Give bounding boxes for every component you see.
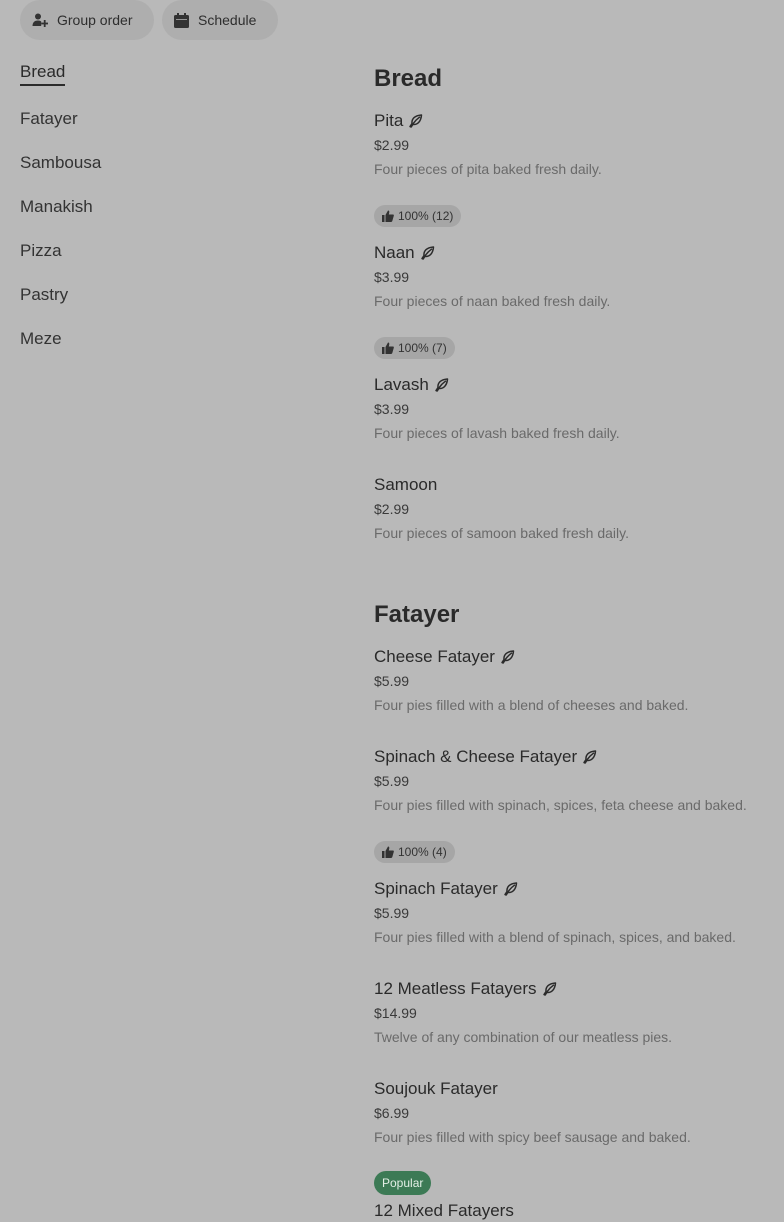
calendar-icon bbox=[174, 12, 189, 28]
add-person-icon bbox=[32, 13, 48, 27]
category-link-meze[interactable]: Meze bbox=[20, 329, 62, 349]
item-name-text: Spinach & Cheese Fatayer bbox=[374, 747, 578, 766]
item-name: 12 Mixed Fatayers bbox=[374, 1200, 774, 1222]
category-link-pastry[interactable]: Pastry bbox=[20, 285, 68, 305]
vegetarian-badge bbox=[435, 378, 449, 392]
item-name: Pita bbox=[374, 110, 774, 132]
category-link-manakish[interactable]: Manakish bbox=[20, 197, 93, 217]
item-name-text: Lavash bbox=[374, 375, 429, 394]
item-name: Spinach & Cheese Fatayer bbox=[374, 746, 774, 768]
menu-item[interactable]: 12 Meatless Fatayers $14.99 Twelve of any … bbox=[374, 978, 774, 1047]
popular-badge: Popular bbox=[374, 1171, 432, 1195]
item-name-text: Pita bbox=[374, 111, 404, 130]
vegetarian-leaf-icon bbox=[583, 750, 597, 764]
thumbs-up-icon bbox=[382, 210, 394, 222]
menu-item[interactable]: Soujouk Fatayer $6.99 Four pies filled wit… bbox=[374, 1078, 774, 1195]
item-description: Four pieces of pita baked fresh daily. bbox=[374, 161, 602, 177]
rating-text: 100% (7) bbox=[398, 341, 447, 355]
item-name-text: 12 Mixed Fatayers bbox=[374, 1201, 514, 1220]
vegetarian-badge bbox=[542, 982, 557, 996]
item-description: Four pies filled with a blend of cheeses… bbox=[374, 697, 689, 713]
item-name-text: Soujouk Fatayer bbox=[374, 1079, 498, 1098]
item-name: 12 Meatless Fatayers bbox=[374, 978, 774, 1000]
item-description: Twelve of any combination of our meatles… bbox=[374, 1029, 673, 1045]
vegetarian-leaf-icon bbox=[501, 650, 515, 664]
vegetarian-badge bbox=[409, 114, 423, 128]
vegetarian-badge bbox=[504, 882, 518, 896]
item-price: $3.99 bbox=[374, 269, 410, 285]
schedule-label: Schedule bbox=[198, 12, 257, 28]
item-description: Four pies filled with a blend of spinach… bbox=[374, 929, 736, 945]
item-description: Four pieces of lavash baked fresh daily. bbox=[374, 425, 620, 441]
vegetarian-badge bbox=[501, 650, 515, 664]
item-name-text: 12 Meatless Fatayers bbox=[374, 979, 537, 998]
menu-item[interactable]: Spinach & Cheese Fatayer $5.99 Four pies f… bbox=[374, 746, 774, 863]
vegetarian-leaf-icon bbox=[504, 882, 518, 896]
category-link-sambousa[interactable]: Sambousa bbox=[20, 153, 101, 173]
rating-badge: 100% (4) bbox=[374, 841, 455, 863]
thumbs-up-icon bbox=[382, 846, 394, 858]
item-name: Lavash bbox=[374, 374, 774, 396]
category-link-fatayer[interactable]: Fatayer bbox=[20, 109, 78, 129]
item-name-text: Samoon bbox=[374, 475, 438, 494]
menu-item[interactable]: Spinach Fatayer $5.99 Four pies filled wit… bbox=[374, 878, 774, 947]
item-description: Four pies filled with spicy beef sausage… bbox=[374, 1129, 691, 1145]
section-title-fatayer: Fatayer bbox=[374, 601, 460, 628]
item-price: $6.99 bbox=[374, 1105, 410, 1121]
item-price: $2.99 bbox=[374, 501, 410, 517]
vegetarian-badge bbox=[420, 246, 435, 260]
item-price: $5.99 bbox=[374, 773, 410, 789]
rating-text: 100% (12) bbox=[398, 209, 454, 223]
vegetarian-leaf-icon bbox=[409, 114, 423, 128]
item-price: $5.99 bbox=[374, 905, 410, 921]
item-name: Samoon bbox=[374, 474, 774, 496]
section-title-bread: Bread bbox=[374, 65, 443, 92]
vegetarian-leaf-icon bbox=[435, 378, 449, 392]
item-price: $3.99 bbox=[374, 401, 410, 417]
item-description: Four pieces of naan baked fresh daily. bbox=[374, 293, 611, 309]
item-name-text: Cheese Fatayer bbox=[374, 647, 495, 666]
vegetarian-badge bbox=[583, 750, 597, 764]
category-link-pizza[interactable]: Pizza bbox=[20, 241, 62, 261]
menu-item[interactable]: 12 Mixed Fatayers bbox=[374, 1200, 774, 1222]
item-name: Cheese Fatayer bbox=[374, 646, 774, 668]
item-name: Soujouk Fatayer bbox=[374, 1078, 774, 1100]
menu-item[interactable]: Lavash $3.99 Four pieces of lavash baked f… bbox=[374, 374, 774, 443]
item-name-text: Spinach Fatayer bbox=[374, 879, 498, 898]
item-price: $5.99 bbox=[374, 673, 410, 689]
item-description: Four pieces of samoon baked fresh daily. bbox=[374, 525, 629, 541]
vegetarian-leaf-icon bbox=[420, 246, 434, 260]
vegetarian-leaf-icon bbox=[542, 982, 556, 996]
rating-text: 100% (4) bbox=[398, 845, 447, 859]
group-order-label: Group order bbox=[57, 12, 133, 28]
menu-item[interactable]: Samoon $2.99 Four pieces of samoon baked f… bbox=[374, 474, 774, 543]
item-price: $14.99 bbox=[374, 1005, 417, 1021]
schedule-button[interactable]: Schedule bbox=[162, 0, 278, 40]
item-name: Naan bbox=[374, 242, 774, 264]
item-price: $2.99 bbox=[374, 137, 410, 153]
item-name-text: Naan bbox=[374, 243, 415, 262]
category-link-bread[interactable]: Bread bbox=[20, 62, 66, 86]
thumbs-up-icon bbox=[382, 342, 394, 354]
rating-badge: 100% (12) bbox=[374, 205, 462, 227]
menu-item[interactable]: Pita $2.99 Four pieces of pita baked fresh… bbox=[374, 110, 774, 227]
group-order-button[interactable]: Group order bbox=[20, 0, 154, 40]
menu-item[interactable]: Naan $3.99 Four pieces of naan baked fresh… bbox=[374, 242, 774, 359]
item-name: Spinach Fatayer bbox=[374, 878, 774, 900]
item-description: Four pies filled with spinach, spices, f… bbox=[374, 797, 747, 813]
rating-badge: 100% (7) bbox=[374, 337, 455, 359]
menu-item[interactable]: Cheese Fatayer $5.99 Four pies filled with… bbox=[374, 646, 774, 715]
